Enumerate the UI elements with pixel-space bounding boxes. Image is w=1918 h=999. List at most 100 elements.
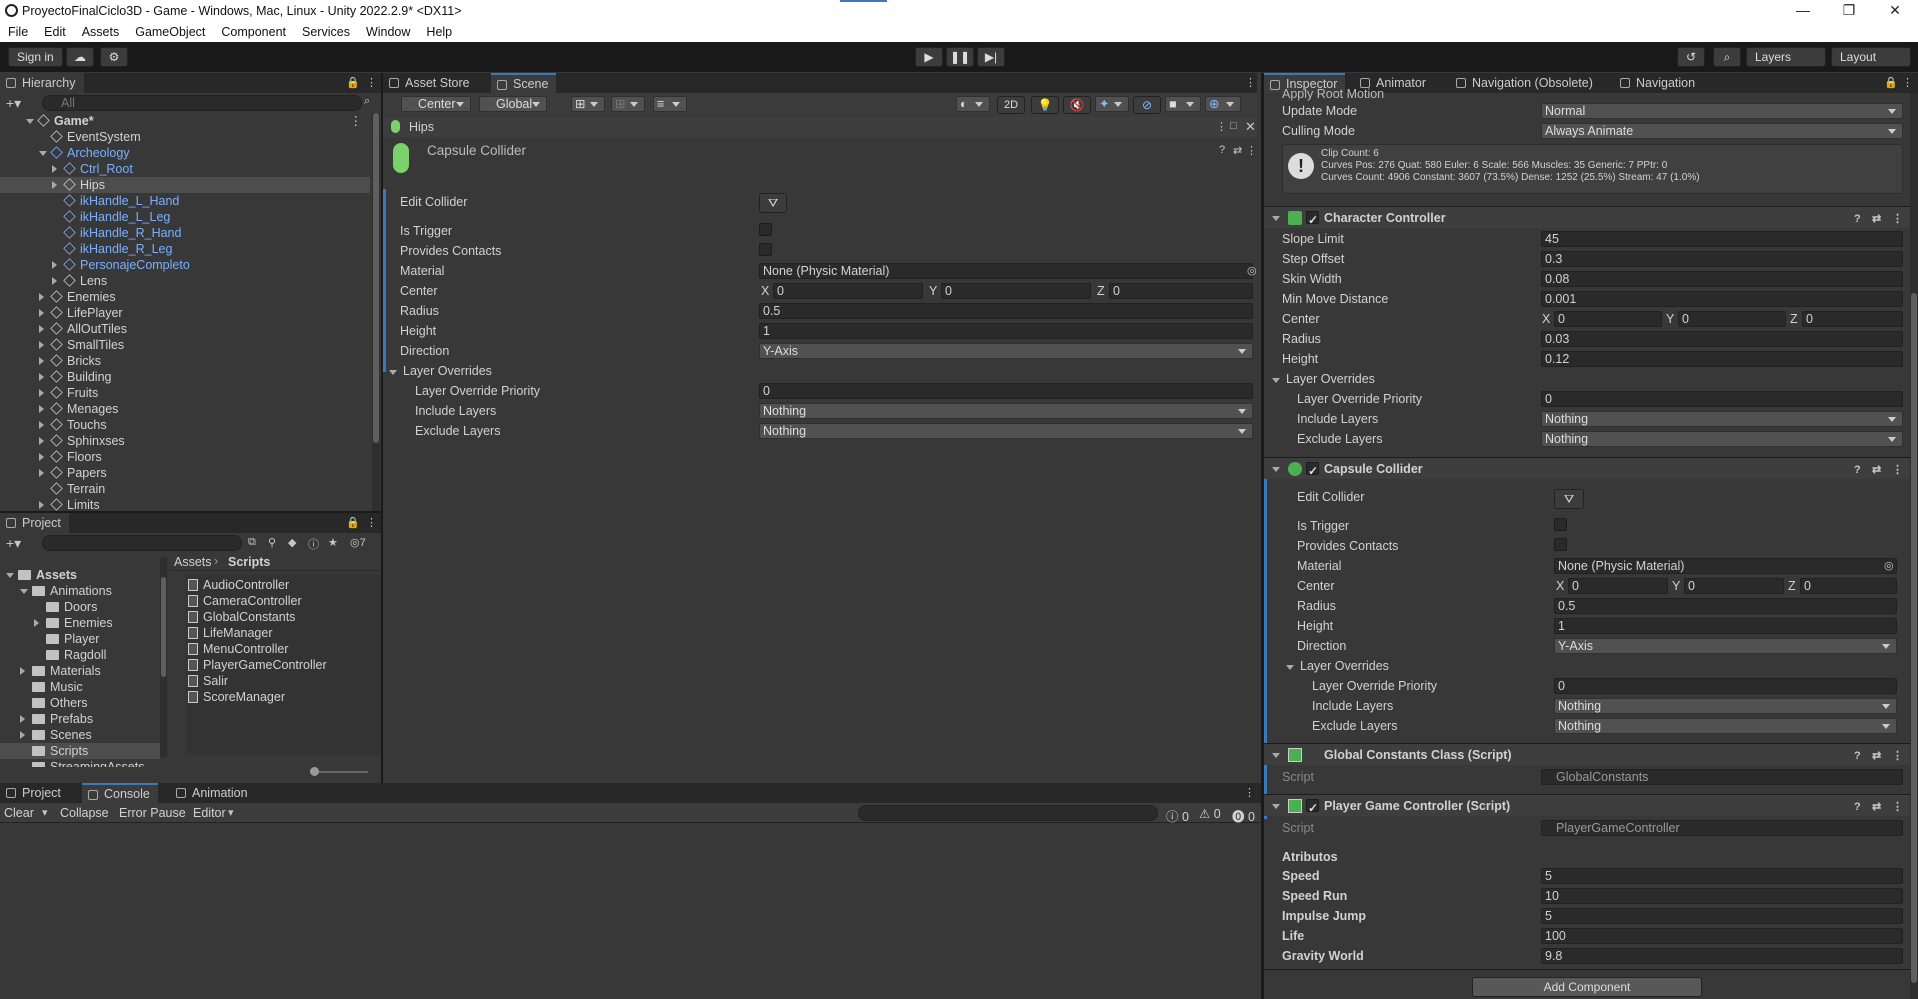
foldout-collapsed-icon[interactable] [52, 261, 57, 269]
close-window-button[interactable]: ✕ [1872, 0, 1918, 22]
gravity-world-input[interactable]: 9.8 [1541, 948, 1903, 964]
player-controller-header[interactable]: Player Game Controller (Script) ? ⇄ ⋮ [1264, 794, 1910, 819]
hierarchy-item[interactable]: EventSystem [0, 129, 370, 145]
pivot-dropdown[interactable]: Center [401, 96, 471, 112]
icon-size-slider[interactable] [310, 767, 368, 776]
breadcrumb-scripts[interactable]: Scripts [228, 555, 270, 569]
hierarchy-item[interactable]: SmallTiles [0, 337, 370, 353]
hierarchy-item[interactable]: Menages [0, 401, 370, 417]
hierarchy-item[interactable]: Game* ⋮ [0, 113, 370, 129]
tab-navigation[interactable]: Navigation [1614, 73, 1703, 93]
gizmos-icon[interactable]: ⊕ [1205, 96, 1241, 112]
cc-radius-input[interactable]: 0.03 [1541, 331, 1903, 347]
project-folder-item[interactable]: Animations [0, 583, 160, 599]
kebab-menu-icon[interactable]: ⋮ [366, 516, 377, 529]
hierarchy-item[interactable]: ikHandle_R_Leg [0, 241, 370, 257]
capsule-collider-header[interactable]: Capsule Collider ? ⇄ ⋮ [1264, 457, 1910, 482]
visibility-icon[interactable]: ⊘ [1133, 96, 1161, 114]
search-by-type-icon[interactable]: ⧉ [248, 536, 256, 549]
project-folder-item[interactable]: Scenes [0, 727, 160, 743]
hierarchy-item[interactable]: Floors [0, 449, 370, 465]
include-layers-dropdown[interactable]: Nothing [759, 403, 1253, 419]
step-icon[interactable]: ▶| [977, 47, 1005, 67]
object-picker-icon[interactable]: ◎ [1247, 264, 1257, 277]
script-file-item[interactable]: Salir [188, 673, 228, 689]
inspector-scrollbar[interactable] [1910, 93, 1918, 999]
menu-window[interactable]: Window [358, 22, 418, 42]
skin-width-input[interactable]: 0.08 [1541, 271, 1903, 287]
project-tree-scrollbar[interactable] [160, 557, 167, 757]
character-controller-enabled-checkbox[interactable] [1306, 209, 1319, 231]
ruler-icon[interactable]: ≡ [653, 96, 687, 112]
menu-gameobject[interactable]: GameObject [127, 22, 213, 42]
hidden-packages-icon[interactable]: ◎7 [350, 536, 366, 549]
hierarchy-item[interactable]: LifePlayer [0, 305, 370, 321]
cc-exclude-layers-dropdown[interactable]: Nothing [1541, 431, 1903, 447]
cap-include-layers-dropdown[interactable]: Nothing [1554, 698, 1897, 714]
script-file-item[interactable]: GlobalConstants [188, 609, 295, 625]
help-icon[interactable]: ? [1219, 144, 1225, 156]
kebab-menu-icon[interactable]: ⋮ [1892, 796, 1903, 818]
cap-priority-input[interactable]: 0 [1554, 678, 1897, 694]
cap-material-field[interactable]: None (Physic Material) [1554, 558, 1897, 574]
gc-script-field[interactable]: GlobalConstants [1541, 769, 1903, 785]
tab-console[interactable]: Console [82, 783, 158, 803]
project-folder-item[interactable]: Ragdoll [0, 647, 160, 663]
clear-options-icon[interactable]: ▾ [42, 806, 48, 819]
foldout-collapsed-icon[interactable] [39, 325, 44, 333]
cap-height-input[interactable]: 1 [1554, 618, 1897, 634]
preset-icon[interactable]: ⇄ [1872, 796, 1881, 818]
direction-dropdown[interactable]: Y-Axis [759, 343, 1253, 359]
foldout-collapsed-icon[interactable] [39, 469, 44, 477]
project-folder-item[interactable]: StreamingAssets [0, 759, 160, 767]
hierarchy-item[interactable]: Lens [0, 273, 370, 289]
draw-mode-icon[interactable]: ◐ [956, 96, 990, 112]
help-icon[interactable]: ? [1854, 745, 1861, 767]
global-constants-header[interactable]: Global Constants Class (Script) ? ⇄ ⋮ [1264, 743, 1910, 765]
foldout-collapsed-icon[interactable] [20, 731, 25, 739]
kebab-menu-icon[interactable]: ⋮ [1246, 144, 1257, 157]
tab-hierarchy[interactable]: Hierarchy [0, 73, 84, 93]
add-icon[interactable]: +▾ [6, 535, 21, 552]
foldout-collapsed-icon[interactable] [34, 619, 39, 627]
kebab-menu-icon[interactable]: ⋮ [1244, 786, 1255, 799]
panel-divider[interactable] [0, 511, 381, 513]
life-input[interactable]: 100 [1541, 928, 1903, 944]
foldout-expanded-icon[interactable] [26, 119, 34, 124]
hierarchy-item[interactable]: ikHandle_L_Leg [0, 209, 370, 225]
lock-icon[interactable]: 🔒 [1884, 76, 1898, 89]
favorite-icon[interactable]: ★ [328, 536, 338, 549]
space-dropdown[interactable]: Global [479, 96, 547, 112]
tab-navigation-obsolete[interactable]: Navigation (Obsolete) [1450, 73, 1601, 93]
cc-layer-overrides-foldout[interactable]: Layer Overrides [1272, 372, 1375, 386]
add-icon[interactable]: +▾ [6, 95, 21, 112]
menu-services[interactable]: Services [294, 22, 358, 42]
lighting-icon[interactable]: 💡 [1031, 96, 1059, 114]
foldout-collapsed-icon[interactable] [39, 421, 44, 429]
script-file-item[interactable]: CameraController [188, 593, 302, 609]
culling-mode-dropdown[interactable]: Always Animate [1541, 123, 1903, 139]
camera-icon[interactable]: ■ [1165, 96, 1201, 112]
kebab-menu-icon[interactable]: ⋮ [1892, 208, 1903, 230]
foldout-collapsed-icon[interactable] [52, 277, 57, 285]
speed-run-input[interactable]: 10 [1541, 888, 1903, 904]
layout-dropdown[interactable]: Layout [1831, 47, 1911, 67]
foldout-collapsed-icon[interactable] [20, 715, 25, 723]
tab-project[interactable]: Project [0, 513, 69, 533]
cap-layer-overrides-foldout[interactable]: Layer Overrides [1286, 659, 1389, 673]
exclude-layers-dropdown[interactable]: Nothing [759, 423, 1253, 439]
preset-icon[interactable]: ⇄ [1872, 745, 1881, 767]
cap-is-trigger-checkbox[interactable] [1554, 518, 1567, 531]
project-folder-item[interactable]: Doors [0, 599, 160, 615]
cap-edit-collider-button[interactable]: ⛛ [1554, 489, 1584, 509]
preset-icon[interactable]: ⇄ [1872, 459, 1881, 481]
search-history-icon[interactable]: ⌕ [364, 95, 370, 108]
preset-icon[interactable]: ⇄ [1872, 208, 1881, 230]
cc-center-x-input[interactable]: 0 [1554, 311, 1662, 327]
tab-animation[interactable]: Animation [170, 783, 256, 803]
cc-center-z-input[interactable]: 0 [1802, 311, 1903, 327]
info-icon[interactable]: ⓘ [308, 536, 319, 552]
hierarchy-item[interactable]: Limits [0, 497, 370, 511]
script-file-item[interactable]: AudioController [188, 577, 289, 593]
lock-icon[interactable]: 🔒 [346, 516, 360, 529]
